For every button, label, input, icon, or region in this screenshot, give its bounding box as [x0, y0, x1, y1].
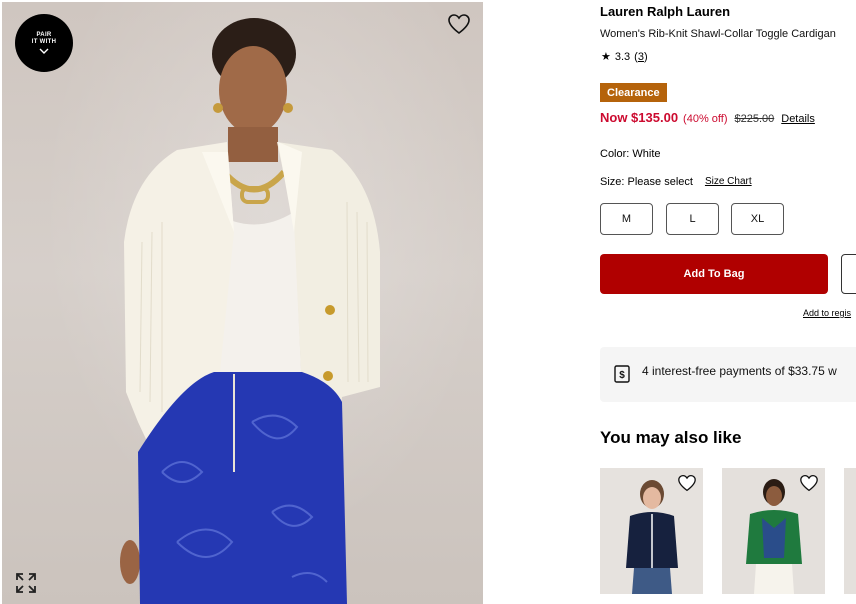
add-to-bag-button[interactable]: Add To Bag [600, 254, 828, 294]
favorite-heart-icon[interactable] [447, 13, 471, 35]
svg-text:$: $ [619, 370, 625, 381]
clearance-badge: Clearance [600, 83, 667, 102]
selected-color: Color: White [600, 148, 661, 160]
pair-badge-line2: IT WITH [31, 39, 57, 45]
product-rating[interactable]: ★ 3.3 (3) [601, 50, 648, 64]
dollar-bill-icon: $ [614, 365, 630, 383]
price-line: Now $135.00 (40% off) $225.00 Details [600, 110, 815, 125]
star-icon: ★ [601, 51, 611, 63]
discount-percent: (40% off) [683, 113, 728, 125]
brand-name[interactable]: Lauren Ralph Lauren [600, 4, 730, 19]
recommendations-title: You may also like [600, 428, 742, 447]
expand-icon[interactable] [15, 572, 37, 594]
recommendation-card[interactable] [722, 468, 825, 594]
size-chart-link[interactable]: Size Chart [705, 176, 752, 188]
product-title: Women's Rib-Knit Shawl-Collar Toggle Car… [600, 28, 836, 40]
sale-price: Now $135.00 [600, 110, 679, 125]
size-option-m[interactable]: M [600, 203, 653, 235]
review-count-wrapper[interactable]: (3) [634, 51, 647, 63]
size-selection-row: Size: Please select Size Chart [600, 176, 752, 188]
add-to-registry-link[interactable]: Add to regis [803, 308, 851, 318]
size-option-l[interactable]: L [666, 203, 719, 235]
chevron-down-icon [39, 48, 49, 54]
model-illustration [120, 18, 380, 604]
original-price: $225.00 [734, 113, 775, 125]
secondary-action-button[interactable] [841, 254, 856, 294]
installment-payment-banner[interactable]: $ 4 interest-free payments of $33.75 w [600, 347, 856, 402]
favorite-heart-icon[interactable] [799, 474, 819, 492]
size-label: Size: Please select [600, 176, 693, 188]
recommendation-card[interactable] [600, 468, 703, 594]
product-image[interactable]: PAIR IT WITH [2, 2, 483, 604]
recommendation-card[interactable] [844, 468, 856, 594]
pair-it-with-button[interactable]: PAIR IT WITH [15, 14, 73, 72]
review-count[interactable]: 3 [638, 51, 644, 63]
installment-text: 4 interest-free payments of $33.75 w [642, 364, 837, 378]
size-option-xl[interactable]: XL [731, 203, 784, 235]
price-details-link[interactable]: Details [781, 113, 815, 125]
rating-value: 3.3 [614, 50, 631, 63]
pair-badge-line1: PAIR [36, 32, 52, 38]
favorite-heart-icon[interactable] [677, 474, 697, 492]
